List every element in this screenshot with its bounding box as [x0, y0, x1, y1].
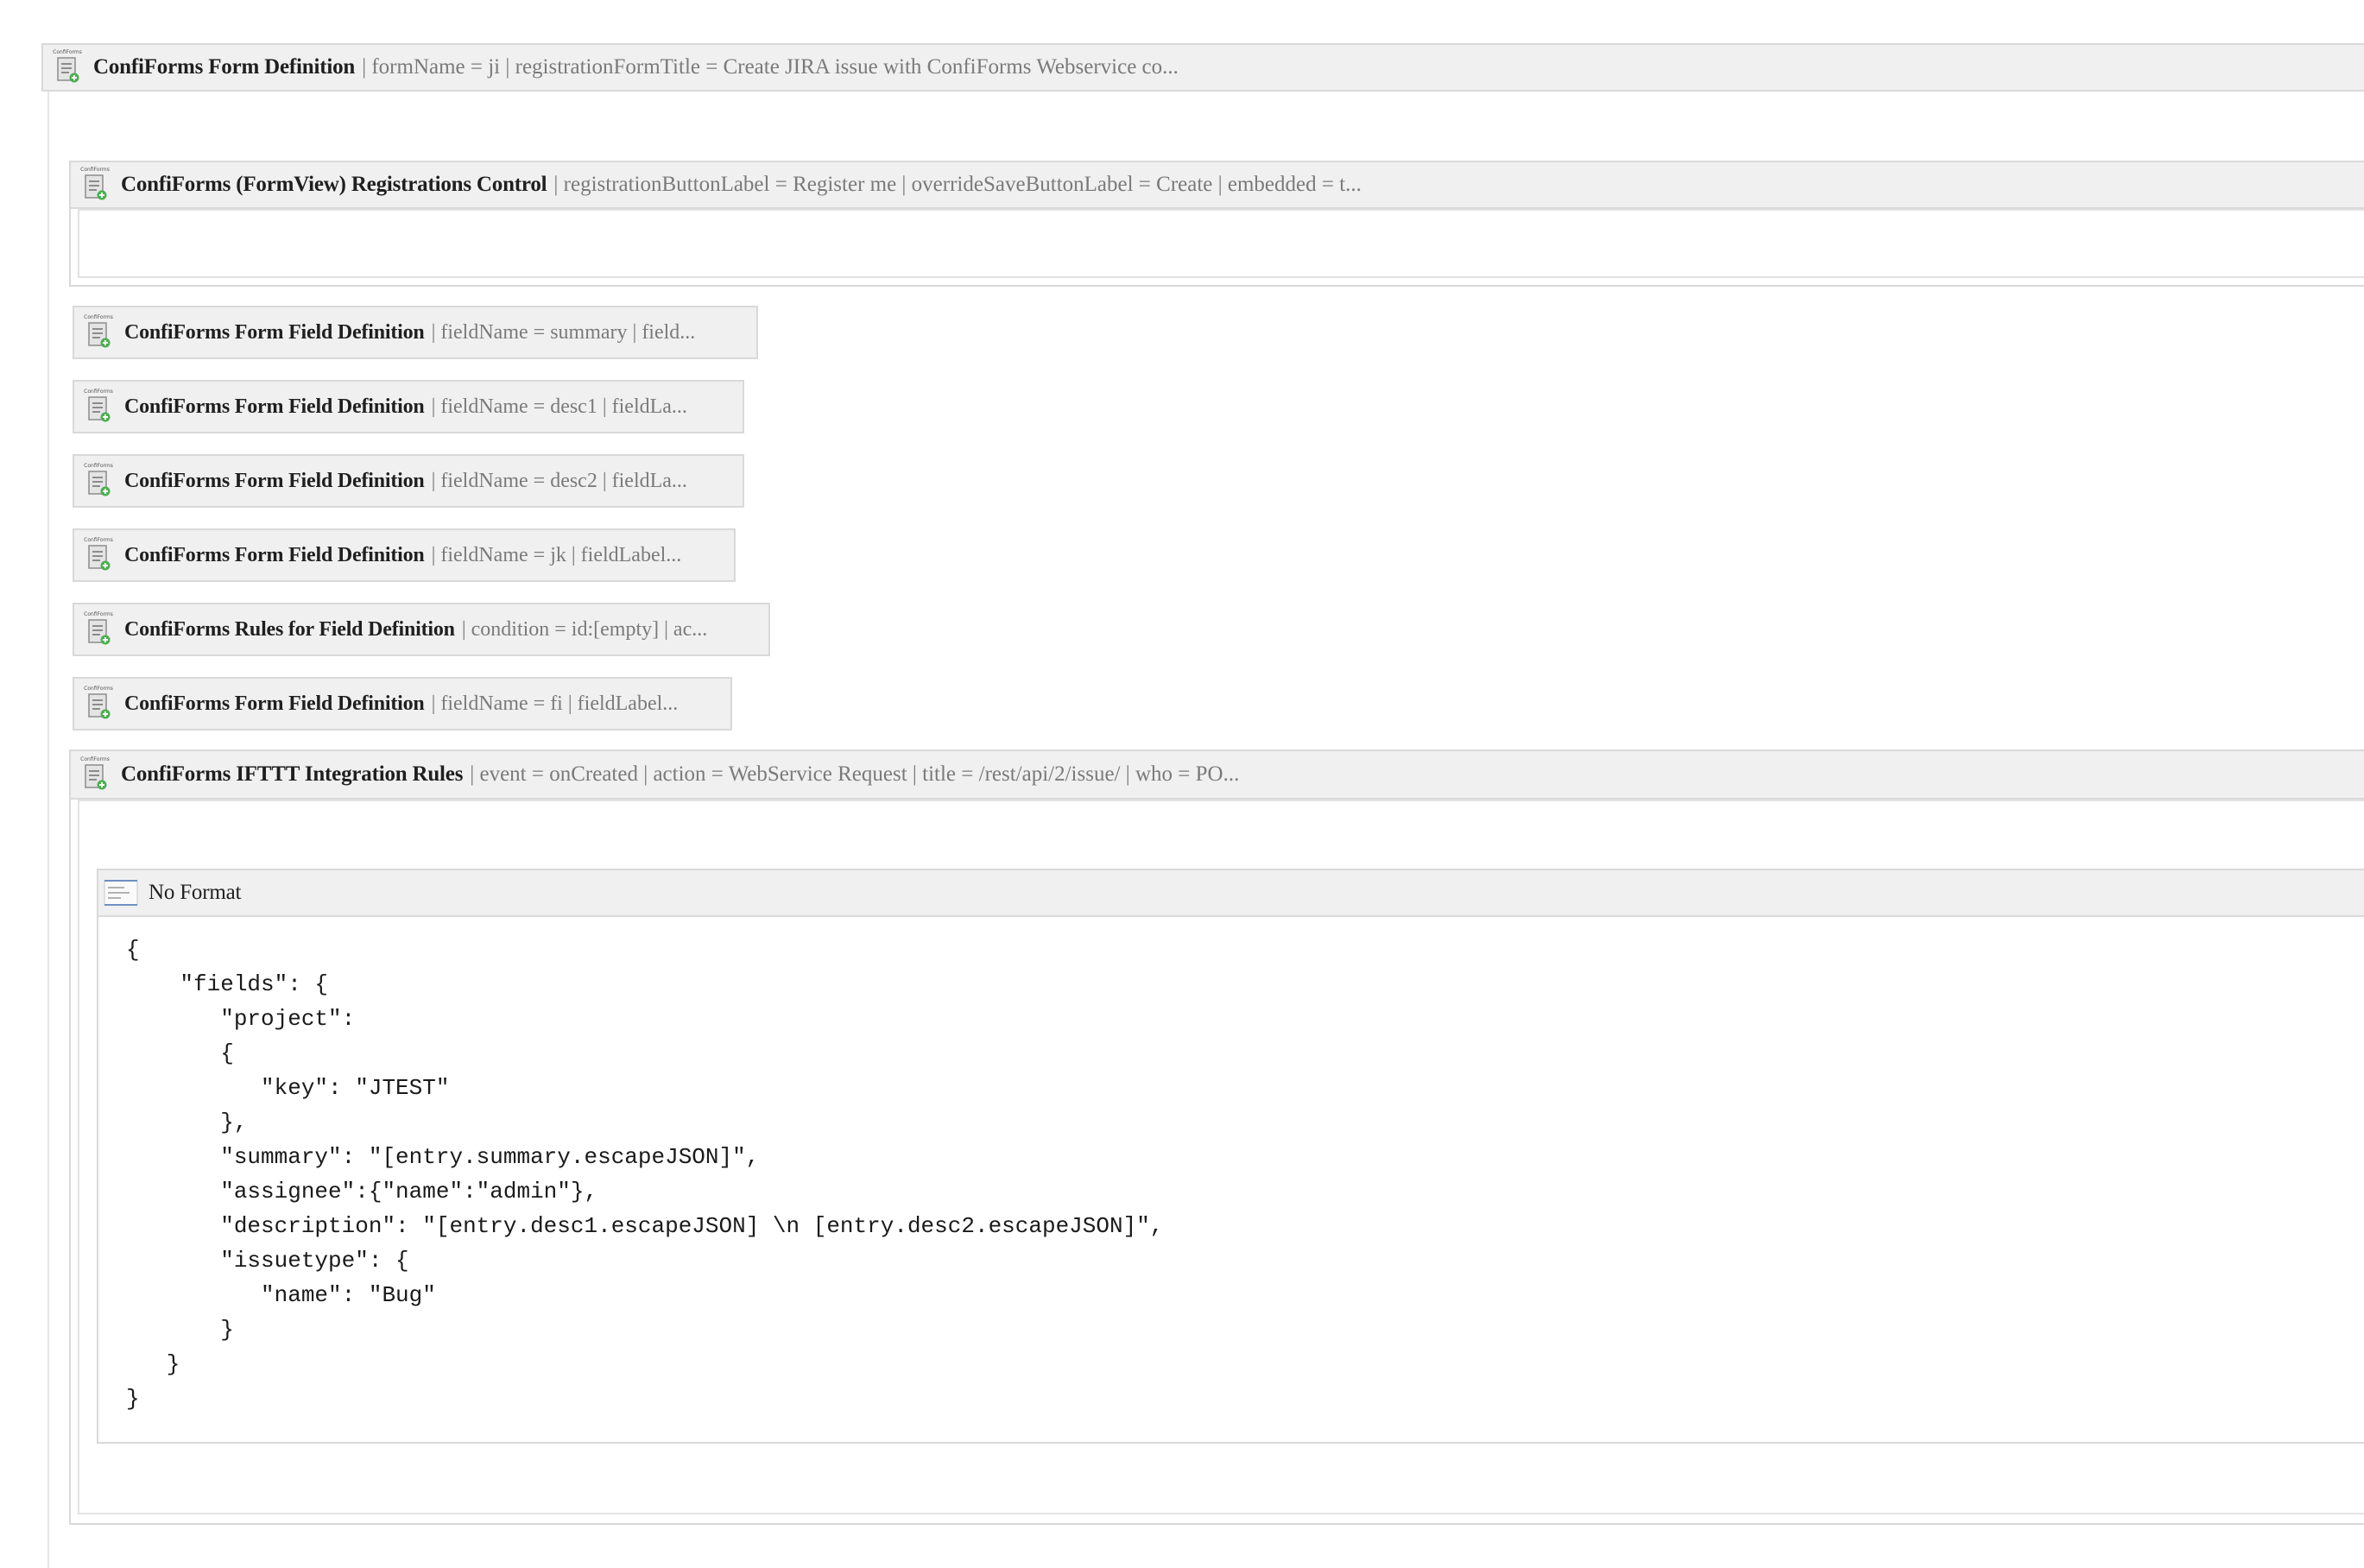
macro-name: ConfiForms IFTTT Integration Rules: [121, 762, 464, 786]
macro-name: ConfiForms Form Field Definition: [124, 543, 425, 566]
macro-name: ConfiForms (FormView) Registrations Cont…: [121, 173, 547, 196]
confiforms-icon: ConfiForms: [83, 314, 114, 351]
confiforms-icon: ConfiForms: [79, 167, 111, 203]
macro-name: ConfiForms Form Field Definition: [124, 320, 425, 344]
confiforms-icon: ConfiForms: [83, 537, 114, 573]
field-definition-desc2-macro[interactable]: ConfiForms ConfiForms Form Field Definit…: [73, 454, 744, 508]
confiforms-icon: ConfiForms: [52, 49, 83, 85]
macro-params: | formName = ji | registrationFormTitle …: [362, 55, 1179, 79]
no-format-icon: [104, 878, 138, 907]
macro-params: | registrationButtonLabel = Register me …: [553, 173, 1362, 196]
macro-params: | fieldName = desc2 | fieldLa...: [431, 469, 687, 492]
confiforms-icon: ConfiForms: [83, 686, 114, 722]
field-definition-summary-macro[interactable]: ConfiForms ConfiForms Form Field Definit…: [73, 306, 758, 359]
macro-params: | condition = id:[empty] | ac...: [461, 617, 708, 641]
no-format-title: No Format: [149, 881, 242, 904]
registrations-control-macro-body: [69, 209, 2364, 287]
field-definition-desc1-macro[interactable]: ConfiForms ConfiForms Form Field Definit…: [73, 380, 744, 433]
no-format-macro-header[interactable]: No Format: [97, 869, 2364, 917]
no-format-code-block: { "fields": { "project": { "key": "JTEST…: [126, 937, 1164, 1412]
macro-name: ConfiForms Form Field Definition: [124, 469, 425, 492]
confiforms-icon: ConfiForms: [83, 389, 114, 425]
macro-params: | fieldName = desc1 | fieldLa...: [431, 395, 687, 418]
form-definition-macro-header[interactable]: ConfiForms ConfiForms Form Definition | …: [41, 43, 2364, 92]
macro-name: ConfiForms Form Field Definition: [124, 692, 425, 715]
macro-params: | fieldName = jk | fieldLabel...: [431, 543, 682, 566]
page-left-rule: [47, 91, 49, 1568]
macro-name: ConfiForms Form Field Definition: [124, 395, 425, 418]
macro-params: | fieldName = summary | field...: [431, 320, 696, 344]
field-definition-fi-macro[interactable]: ConfiForms ConfiForms Form Field Definit…: [73, 677, 732, 730]
macro-params: | event = onCreated | action = WebServic…: [470, 762, 1240, 786]
macro-params: | fieldName = fi | fieldLabel...: [431, 692, 679, 715]
rules-for-field-definition-macro[interactable]: ConfiForms ConfiForms Rules for Field De…: [73, 603, 770, 656]
registrations-control-macro-header[interactable]: ConfiForms ConfiForms (FormView) Registr…: [69, 161, 2364, 209]
confiforms-icon: ConfiForms: [83, 611, 114, 648]
ifttt-integration-rules-macro-header[interactable]: ConfiForms ConfiForms IFTTT Integration …: [69, 749, 2364, 800]
macro-name: ConfiForms Rules for Field Definition: [124, 617, 455, 641]
confiforms-icon: ConfiForms: [79, 756, 111, 793]
field-definition-jk-macro[interactable]: ConfiForms ConfiForms Form Field Definit…: [73, 528, 736, 582]
macro-name: ConfiForms Form Definition: [93, 55, 356, 79]
registrations-control-content: [78, 209, 2364, 278]
confiforms-icon: ConfiForms: [83, 463, 114, 499]
